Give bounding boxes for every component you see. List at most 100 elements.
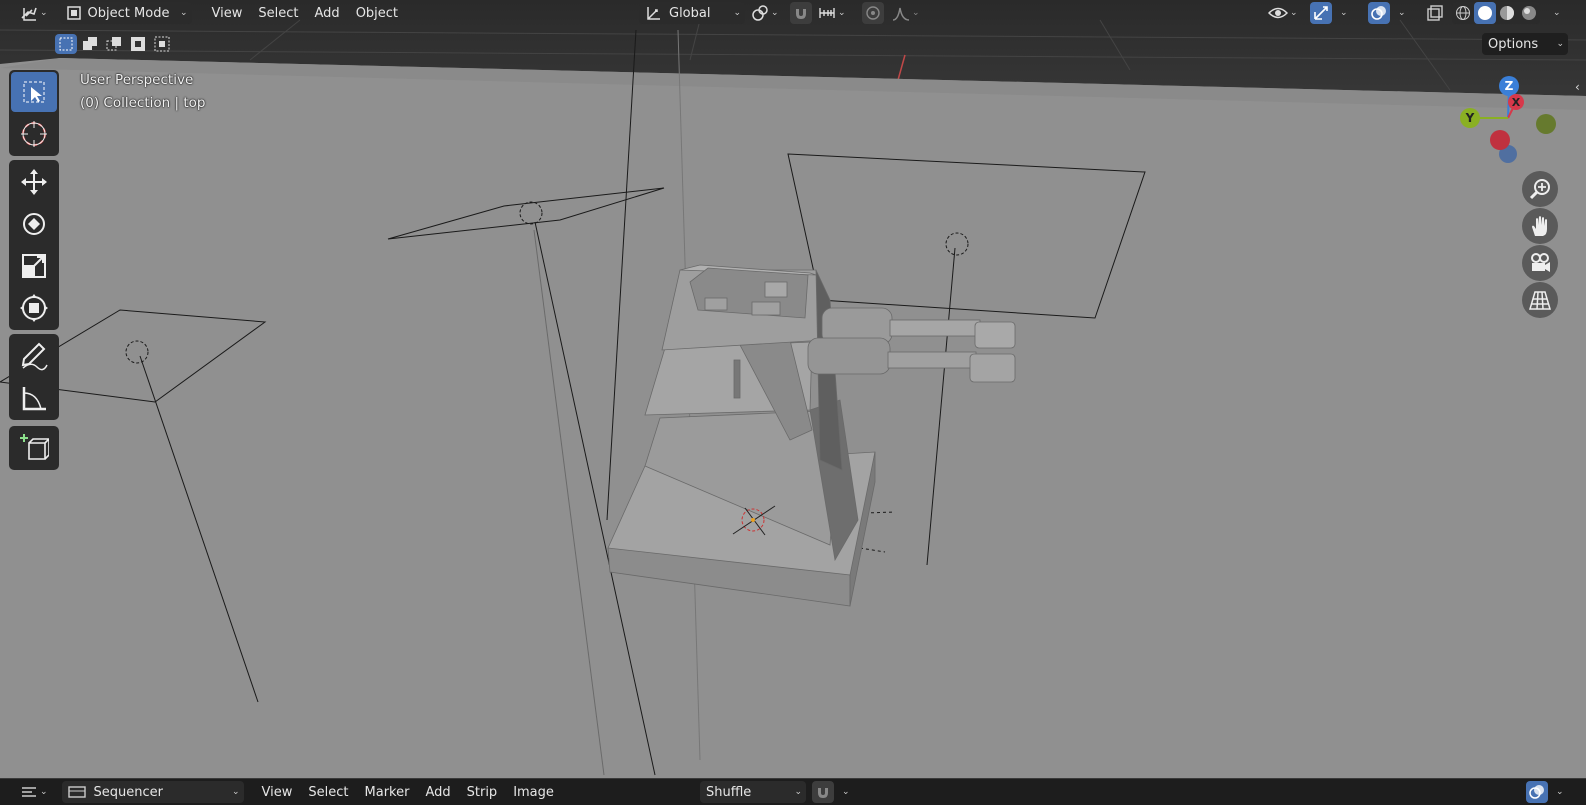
select-invert-button[interactable] (127, 34, 149, 54)
rotate-icon (23, 213, 45, 235)
pivot-point-dropdown[interactable]: ⌄ (745, 2, 785, 24)
measure-tool[interactable] (11, 378, 57, 418)
visibility-dropdown[interactable]: ⌄ (1262, 2, 1304, 24)
annotate-tool[interactable] (11, 336, 57, 376)
navigation-gizmo[interactable]: Z X Y (1460, 74, 1570, 170)
options-label: Options (1488, 36, 1539, 52)
seq-menu-view[interactable]: View (254, 781, 301, 803)
sequencer-editor-icon (22, 787, 36, 797)
viewport-header: ⌄ Object Mode ⌄ View Select Add Object G… (0, 0, 1586, 26)
move-icon (21, 169, 47, 195)
sequencer-editor-label: Sequencer (93, 784, 164, 800)
overlays-dropdown[interactable]: ⌄ (1392, 2, 1412, 24)
proportional-edit-toggle[interactable] (862, 2, 884, 24)
select-subtract-icon (106, 37, 121, 51)
select-subtract-button[interactable] (103, 34, 125, 54)
select-intersect-button[interactable] (151, 34, 173, 54)
neg-y-axis-handle (1536, 114, 1556, 134)
magnet-icon (796, 9, 806, 19)
y-axis-label: Y (1465, 111, 1475, 125)
gizmo-dropdown[interactable]: ⌄ (1334, 2, 1354, 24)
snap-toggle[interactable] (790, 2, 812, 24)
camera-view-button[interactable] (1522, 245, 1558, 281)
menu-view[interactable]: View (204, 2, 251, 24)
viewport-collection-label: (0) Collection | top (80, 95, 206, 111)
zoom-button[interactable] (1522, 171, 1558, 207)
menu-add[interactable]: Add (307, 2, 348, 24)
transform-orientation-icon (647, 7, 660, 20)
scale-tool[interactable] (11, 246, 57, 286)
select-box-tool[interactable] (11, 72, 57, 112)
menu-object[interactable]: Object (348, 2, 406, 24)
xray-icon (1427, 5, 1443, 21)
grid-perspective-icon (1529, 291, 1551, 310)
rotate-tool[interactable] (11, 204, 57, 244)
cursor-tool[interactable] (11, 114, 57, 154)
shading-dropdown[interactable]: ⌄ (1547, 2, 1567, 24)
header-menus: View Select Add Object (204, 2, 406, 24)
camera-icon (1531, 253, 1550, 272)
snap-target-dropdown[interactable]: ⌄ (812, 2, 852, 24)
transform-icon (20, 294, 48, 322)
wireframe-shading-button[interactable] (1452, 2, 1474, 24)
ortho-toggle-button[interactable] (1522, 282, 1558, 318)
toolbar-select-group (9, 70, 59, 156)
rendered-sphere-icon (1522, 6, 1536, 20)
wireframe-icon (1456, 6, 1470, 20)
overlays-toggle[interactable] (1368, 2, 1390, 24)
3d-viewport[interactable]: User Perspective (0) Collection | top Z … (0, 0, 1586, 778)
gizmo-icon (1314, 6, 1328, 20)
seq-menu-select[interactable]: Select (300, 781, 356, 803)
options-dropdown[interactable]: Options ⌄ (1482, 33, 1568, 55)
mode-label: Object Mode (87, 5, 170, 21)
material-sphere-icon (1500, 6, 1514, 20)
select-new-button[interactable] (55, 34, 77, 54)
sequencer-magnet-icon (818, 788, 828, 798)
mode-dropdown[interactable]: Object Mode ⌄ (59, 2, 192, 24)
toolbar-add-group (9, 426, 59, 470)
xray-toggle[interactable] (1424, 2, 1446, 24)
move-tool[interactable] (11, 162, 57, 202)
editor-type-selector[interactable]: ⌄ (14, 2, 54, 24)
material-shading-button[interactable] (1496, 2, 1518, 24)
orientation-dropdown[interactable]: Global ⌄ (639, 2, 745, 24)
annotate-icon (21, 342, 48, 371)
toolbar-transform-group (9, 160, 59, 330)
seq-menu-add[interactable]: Add (417, 781, 458, 803)
sequencer-shuffle-dropdown[interactable]: Shuffle ⌄ (700, 781, 806, 803)
falloff-dropdown[interactable]: ⌄ (886, 2, 926, 24)
sequencer-overlays-dropdown[interactable]: ⌄ (1550, 781, 1570, 803)
sequencer-view-type-dropdown[interactable]: Sequencer ⌄ (61, 781, 244, 803)
seq-menu-image[interactable]: Image (505, 781, 562, 803)
solid-shading-button[interactable] (1474, 2, 1496, 24)
select-extend-icon (83, 37, 97, 50)
snap-increment-icon (819, 8, 835, 18)
measure-icon (22, 387, 46, 411)
seq-menu-strip[interactable]: Strip (459, 781, 506, 803)
x-axis-label: X (1512, 96, 1521, 109)
sequencer-editor-type-selector[interactable]: ⌄ (14, 781, 54, 803)
transform-tool[interactable] (11, 288, 57, 328)
zoom-icon (1529, 179, 1550, 200)
z-axis-label: Z (1505, 79, 1514, 93)
object-mode-icon (66, 6, 81, 20)
sequencer-snap-dropdown[interactable]: ⌄ (836, 781, 856, 803)
viewport-perspective-label: User Perspective (80, 72, 194, 88)
add-cube-tool[interactable] (11, 428, 57, 468)
selection-mode-group (55, 34, 173, 54)
overlays-icon (1371, 6, 1386, 20)
menu-select[interactable]: Select (250, 2, 306, 24)
sequencer-overlays-toggle[interactable] (1526, 781, 1548, 803)
sequencer-snap-toggle[interactable] (812, 781, 834, 803)
gizmo-toggle[interactable] (1310, 2, 1332, 24)
scale-icon (22, 254, 46, 278)
hand-icon (1532, 216, 1547, 236)
cursor-icon (21, 121, 47, 147)
sidebar-toggle[interactable]: ‹ (1575, 80, 1580, 94)
scene-canvas[interactable] (0, 0, 1586, 778)
pan-button[interactable] (1522, 208, 1558, 244)
falloff-curve-icon (892, 7, 910, 21)
seq-menu-marker[interactable]: Marker (357, 781, 418, 803)
select-extend-button[interactable] (79, 34, 101, 54)
rendered-shading-button[interactable] (1518, 2, 1540, 24)
